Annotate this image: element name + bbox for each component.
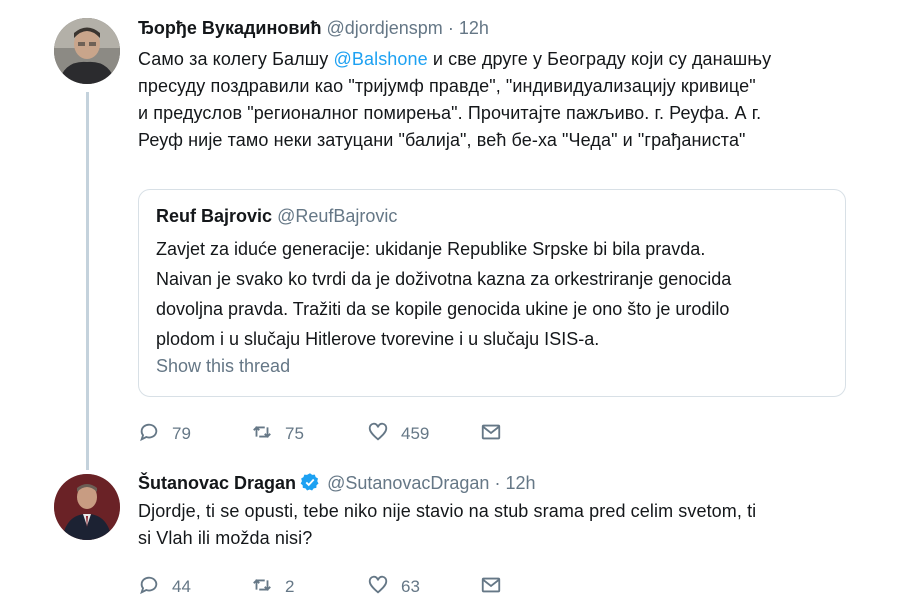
tweet-text: Само за колегу Балшу @Balshone и све дру… xyxy=(138,46,878,154)
retweet-icon xyxy=(251,421,273,448)
reply-count: 44 xyxy=(172,577,191,596)
quoted-tweet[interactable]: Reuf Bajrovic @ReufBajrovic Zavjet za id… xyxy=(138,189,846,397)
reply-button[interactable]: 44 xyxy=(138,574,191,600)
tweet-header: Šutanovac Dragan @SutanovacDragan · 12h xyxy=(138,472,536,497)
tweet-text-line: Само за колегу Балшу @Balshone и све дру… xyxy=(138,46,878,73)
direct-message-button[interactable] xyxy=(480,574,502,600)
heart-icon xyxy=(367,421,389,448)
author-handle[interactable]: @SutanovacDragan xyxy=(327,473,489,493)
like-button[interactable]: 63 xyxy=(367,574,420,600)
envelope-icon xyxy=(480,421,502,448)
reply-count: 79 xyxy=(172,424,191,443)
tweet-text: Djordje, ti se opusti, tebe niko nije st… xyxy=(138,498,878,552)
tweet-sutanovac[interactable]: Šutanovac Dragan @SutanovacDragan · 12h … xyxy=(0,470,900,607)
retweet-icon xyxy=(251,574,273,601)
author-name[interactable]: Ђорђе Вукадиновић xyxy=(138,18,321,38)
tweet-text-fragment: и све друге у Београду који су данашњу xyxy=(427,49,772,69)
tweet-text-fragment: Само за колегу Балшу xyxy=(138,49,334,69)
heart-icon xyxy=(367,574,389,601)
author-handle[interactable]: @djordjenspm xyxy=(326,18,442,38)
avatar-sutanovac[interactable] xyxy=(54,474,120,540)
tweet-text-line: Djordje, ti se opusti, tebe niko nije st… xyxy=(138,501,757,521)
tweet-djordje[interactable]: Ђорђе Вукадиновић @djordjenspm · 12h Сам… xyxy=(0,0,900,470)
envelope-icon xyxy=(480,574,502,601)
reply-button[interactable]: 79 xyxy=(138,421,191,447)
verified-badge-icon xyxy=(300,472,320,497)
quoted-text-line: dovoljna pravda. Tražiti da se kopile ge… xyxy=(156,299,730,319)
separator-dot: · xyxy=(447,18,454,38)
avatar-djordje[interactable] xyxy=(54,18,120,84)
tweet-text-line: Реуф није тамо неки затуцани "балија", в… xyxy=(138,130,746,150)
tweet-text-line: и предуслов "регионалног помирења". Проч… xyxy=(138,103,762,123)
separator-dot: · xyxy=(494,473,501,493)
tweet-header: Ђорђе Вукадиновић @djordjenspm · 12h xyxy=(138,18,489,39)
like-count: 459 xyxy=(401,424,430,443)
quoted-tweet-text: Zavjet za iduće generacije: ukidanje Rep… xyxy=(156,234,836,354)
quoted-text-line: Zavjet za iduće generacije: ukidanje Rep… xyxy=(156,239,706,259)
quoted-author-name: Reuf Bajrovic xyxy=(156,206,273,226)
mention-link[interactable]: @Balshone xyxy=(334,49,428,69)
author-name[interactable]: Šutanovac Dragan xyxy=(138,473,296,493)
tweet-timestamp[interactable]: 12h xyxy=(505,473,535,493)
retweet-button[interactable]: 2 xyxy=(251,574,294,600)
reply-icon xyxy=(138,421,160,448)
quoted-text-line: Naivan je svako ko tvrdi da je doživotna… xyxy=(156,269,732,289)
quoted-text-line: plodom i u slučaju Hitlerove tvorevine i… xyxy=(156,329,600,349)
direct-message-button[interactable] xyxy=(480,421,502,447)
quoted-tweet-header: Reuf Bajrovic @ReufBajrovic xyxy=(156,206,397,227)
thread-connector-line xyxy=(86,92,89,470)
tweet-text-line: пресуду поздравили као "тријумф правде",… xyxy=(138,76,756,96)
reply-icon xyxy=(138,574,160,601)
like-button[interactable]: 459 xyxy=(367,421,429,447)
quoted-author-handle: @ReufBajrovic xyxy=(277,206,398,226)
retweet-count: 75 xyxy=(285,424,304,443)
like-count: 63 xyxy=(401,577,420,596)
retweet-count: 2 xyxy=(285,577,295,596)
show-thread-link[interactable]: Show this thread xyxy=(156,356,290,377)
tweet-timestamp[interactable]: 12h xyxy=(459,18,489,38)
retweet-button[interactable]: 75 xyxy=(251,421,304,447)
tweet-text-line: si Vlah ili možda nisi? xyxy=(138,528,313,548)
